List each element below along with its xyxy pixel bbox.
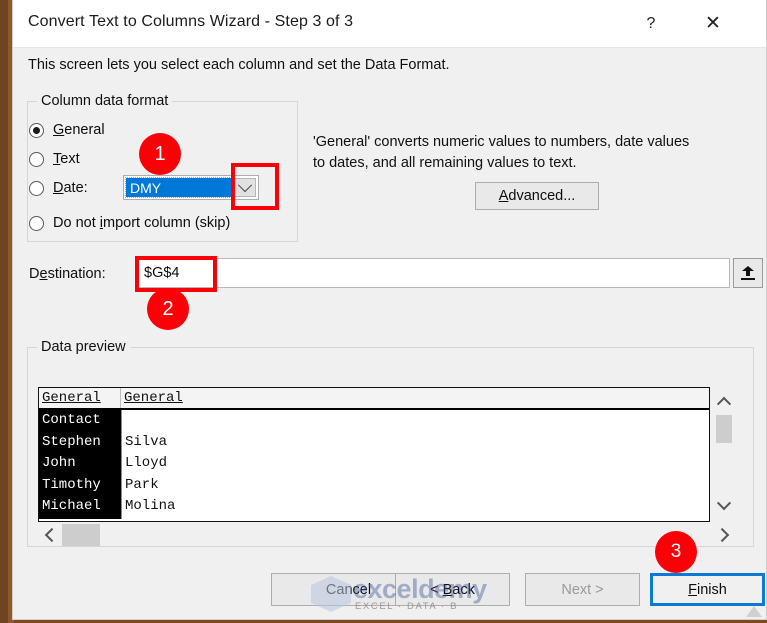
radio-do-not-import-label: Do not import column (skip) (53, 215, 231, 231)
data-preview-header-row: General General (39, 388, 709, 410)
column-data-format-legend: Column data format (37, 93, 173, 109)
radio-general-label: General (53, 122, 105, 138)
date-format-value-field[interactable]: DMY (125, 177, 232, 198)
radio-do-not-import[interactable]: Do not import column (skip) (29, 215, 230, 231)
screenshot-root: Convert Text to Columns Wizard - Step 3 … (0, 0, 767, 623)
dialog-title: Convert Text to Columns Wizard - Step 3 … (28, 13, 354, 30)
data-preview-body: Contact Stephen Silva John Lloyd Timothy… (39, 410, 709, 519)
date-format-value: DMY (130, 179, 162, 196)
data-preview-panel: General General Contact Stephen Silva Jo… (38, 387, 734, 522)
column-header-1[interactable]: General (39, 388, 121, 408)
table-cell: Lloyd (125, 455, 168, 471)
table-row: Contact (39, 410, 709, 432)
destination-input[interactable]: $G$4 (137, 258, 730, 288)
advanced-button-label: Advanced... (498, 188, 576, 204)
format-description: 'General' converts numeric values to num… (313, 132, 743, 174)
back-button-label: < Back (430, 581, 475, 598)
radio-general[interactable]: General (29, 122, 105, 138)
destination-label: Destination: (29, 266, 106, 282)
close-icon[interactable]: ✕ (690, 0, 736, 47)
radio-text-indicator (29, 151, 44, 167)
column-divider (121, 410, 122, 519)
radio-date-label: Date: (53, 180, 88, 196)
convert-text-to-columns-dialog: Convert Text to Columns Wizard - Step 3 … (12, 0, 767, 620)
range-collapse-icon[interactable] (733, 258, 763, 288)
radio-do-not-import-indicator (29, 215, 44, 231)
format-description-line2: to dates, and all remaining values to te… (313, 155, 577, 171)
range-collapse-glyph (741, 266, 755, 280)
advanced-button[interactable]: Advanced... (475, 182, 599, 210)
callout-badge-2: 2 (147, 288, 189, 330)
format-description-line1: 'General' converts numeric values to num… (313, 134, 690, 150)
vertical-scrollbar-thumb[interactable] (716, 415, 732, 443)
chevron-right-icon[interactable] (715, 526, 734, 544)
table-row: Michael Molina (39, 496, 709, 518)
finish-button-label: Finish (688, 581, 727, 598)
data-preview-table[interactable]: General General Contact Stephen Silva Jo… (38, 387, 710, 522)
table-cell: Timothy (42, 476, 101, 493)
table-cell: John (42, 455, 76, 471)
chevron-up-icon[interactable] (714, 391, 734, 411)
help-icon[interactable]: ? (628, 0, 674, 47)
table-cell: Silva (125, 433, 168, 450)
table-row: Stephen Silva (39, 432, 709, 454)
next-button: Next > (525, 573, 640, 606)
resize-grip-icon[interactable] (746, 603, 762, 617)
table-cell: Contact (42, 412, 101, 428)
table-cell: Molina (125, 498, 176, 514)
highlight-box-date-dropdown (231, 163, 279, 210)
radio-text[interactable]: Text (29, 151, 80, 167)
chevron-down-icon[interactable] (714, 496, 734, 516)
radio-text-label: Text (53, 151, 80, 167)
radio-general-indicator (29, 122, 44, 138)
preview-horizontal-scrollbar[interactable] (38, 523, 730, 547)
callout-badge-3: 3 (655, 531, 697, 573)
radio-date[interactable]: Date: (29, 180, 88, 196)
chevron-left-icon[interactable] (40, 526, 59, 544)
horizontal-scrollbar-thumb[interactable] (62, 524, 100, 546)
finish-button[interactable]: Finish (650, 573, 765, 606)
table-row: John Lloyd (39, 453, 709, 475)
table-cell: Stephen (42, 433, 101, 450)
table-row: Timothy Park (39, 475, 709, 497)
preview-vertical-scrollbar[interactable] (714, 387, 734, 522)
column-header-2[interactable]: General (121, 388, 183, 408)
callout-badge-1: 1 (139, 133, 181, 175)
desktop-background-edge (0, 0, 8, 623)
instruction-text: This screen lets you select each column … (28, 57, 450, 73)
table-cell: Park (125, 476, 159, 493)
table-cell: Michael (42, 498, 101, 514)
next-button-label: Next > (561, 581, 604, 598)
back-button[interactable]: < Back (395, 573, 510, 606)
cancel-button-label: Cancel (325, 581, 372, 598)
title-bar: Convert Text to Columns Wizard - Step 3 … (13, 0, 766, 48)
data-preview-legend: Data preview (37, 339, 130, 355)
highlight-box-destination (135, 256, 217, 292)
radio-date-indicator (29, 180, 44, 196)
